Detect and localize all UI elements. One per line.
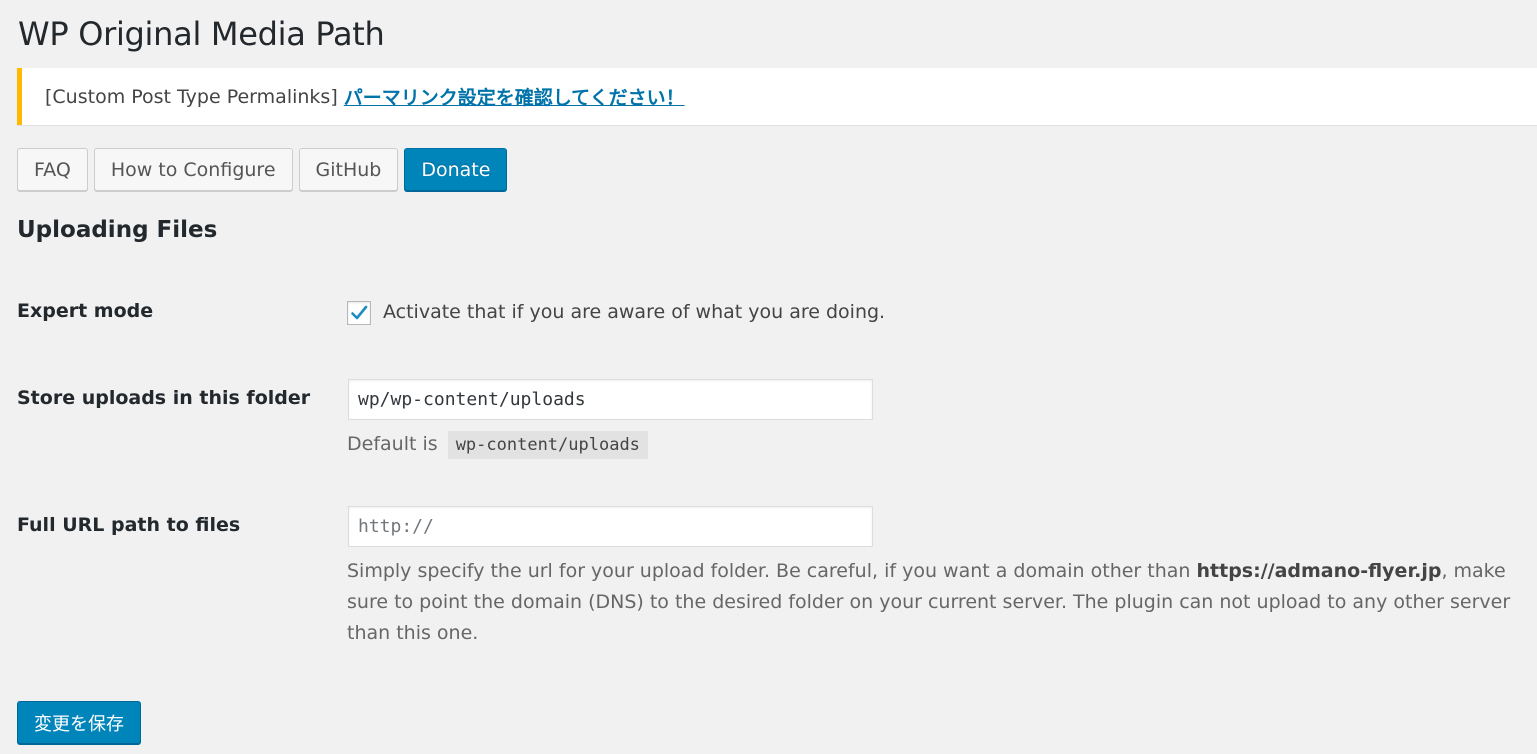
- save-changes-button[interactable]: 変更を保存: [17, 701, 141, 744]
- checkmark-icon: [351, 305, 368, 320]
- expert-mode-description: Activate that if you are aware of what y…: [383, 301, 886, 323]
- full-url-input[interactable]: [348, 506, 873, 547]
- github-button[interactable]: GitHub: [298, 148, 399, 191]
- default-prefix: Default is: [347, 433, 438, 455]
- upload-folder-default: Default is wp-content/uploads: [347, 429, 648, 461]
- full-url-label: Full URL path to files: [17, 514, 241, 536]
- store-uploads-label: Store uploads in this folder: [17, 387, 311, 409]
- permalink-settings-link[interactable]: パーマリンク設定を確認してください！: [344, 83, 685, 110]
- action-buttons: FAQ How to Configure GitHub Donate: [17, 148, 508, 191]
- default-folder-code: wp-content/uploads: [447, 431, 648, 459]
- full-url-description: Simply specify the url for your upload f…: [347, 556, 1532, 649]
- site-domain: https://admano-flyer.jp: [1196, 560, 1442, 582]
- expert-mode-checkbox[interactable]: [347, 301, 371, 325]
- how-to-configure-button[interactable]: How to Configure: [93, 148, 293, 191]
- notice-banner: [Custom Post Type Permalinks] パーマリンク設定を確…: [17, 68, 1537, 125]
- upload-folder-input[interactable]: [348, 379, 873, 420]
- faq-button[interactable]: FAQ: [17, 148, 88, 191]
- notice-prefix: [Custom Post Type Permalinks]: [45, 85, 338, 108]
- expert-mode-label: Expert mode: [17, 300, 154, 322]
- section-title: Uploading Files: [17, 217, 218, 243]
- donate-button[interactable]: Donate: [404, 148, 508, 191]
- page-title: WP Original Media Path: [18, 15, 385, 53]
- full-url-desc-part1: Simply specify the url for your upload f…: [347, 560, 1191, 582]
